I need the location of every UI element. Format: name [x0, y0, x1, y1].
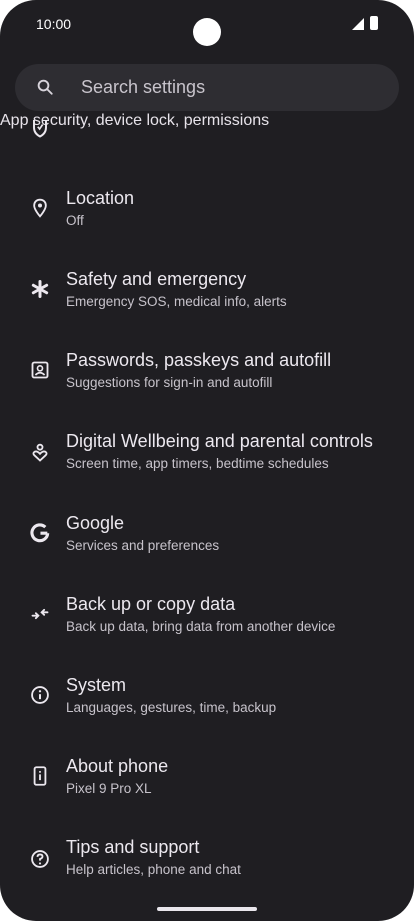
item-subtitle: Help articles, phone and chat [66, 862, 241, 877]
settings-item-wellbeing[interactable]: Digital Wellbeing and parental controls … [0, 423, 414, 503]
item-subtitle: Suggestions for sign-in and autofill [66, 375, 273, 390]
search-placeholder: Search settings [81, 77, 206, 97]
item-title: Location [66, 188, 135, 208]
settings-item-google[interactable]: Google Services and preferences [0, 505, 414, 585]
signal-icon [352, 18, 364, 30]
location-pin-icon [28, 196, 52, 220]
phone-screen: 10:00 Search settings App security, devi… [0, 0, 414, 921]
passwords-icon [28, 358, 52, 382]
item-title: Tips and support [66, 837, 200, 857]
asterisk-icon [28, 277, 52, 301]
help-icon [28, 847, 52, 871]
item-subtitle: Off [66, 213, 84, 228]
battery-icon [370, 16, 378, 30]
item-subtitle: Screen time, app timers, bedtime schedul… [66, 456, 329, 471]
item-title: Back up or copy data [66, 594, 236, 614]
search-icon [37, 79, 53, 95]
settings-item-safety[interactable]: Safety and emergency Emergency SOS, medi… [0, 261, 414, 341]
item-subtitle: Languages, gestures, time, backup [66, 700, 277, 715]
camera-cutout [193, 18, 221, 46]
wellbeing-icon [28, 441, 52, 465]
gesture-home-bar[interactable] [157, 907, 257, 911]
item-title: Safety and emergency [66, 269, 247, 289]
backup-icon [28, 602, 52, 626]
settings-item-about-phone[interactable]: About phone Pixel 9 Pro XL [0, 748, 414, 828]
shield-icon [33, 120, 47, 138]
item-title: About phone [66, 756, 169, 776]
item-subtitle: Back up data, bring data from another de… [66, 619, 336, 634]
info-icon [28, 683, 52, 707]
settings-item-backup[interactable]: Back up or copy data Back up data, bring… [0, 586, 414, 666]
item-title: System [66, 675, 127, 695]
status-bar: 10:00 [0, 0, 414, 48]
item-title: Google [66, 513, 125, 533]
settings-item-location[interactable]: Location Off [0, 180, 414, 260]
settings-item-tips[interactable]: Tips and support Help articles, phone an… [0, 829, 414, 909]
settings-item-security[interactable]: App security, device lock, permissions [0, 112, 414, 152]
item-subtitle: Pixel 9 Pro XL [66, 781, 152, 796]
item-title: Passwords, passkeys and autofill [66, 350, 332, 370]
item-subtitle: Emergency SOS, medical info, alerts [66, 294, 287, 309]
settings-item-system[interactable]: System Languages, gestures, time, backup [0, 667, 414, 747]
status-time: 10:00 [36, 16, 72, 32]
phone-icon [28, 764, 52, 788]
search-bar[interactable]: Search settings [15, 64, 399, 111]
item-subtitle: Services and preferences [66, 538, 220, 553]
google-icon [28, 521, 52, 545]
item-title: Digital Wellbeing and parental controls [66, 431, 373, 451]
settings-item-passwords[interactable]: Passwords, passkeys and autofill Suggest… [0, 342, 414, 422]
